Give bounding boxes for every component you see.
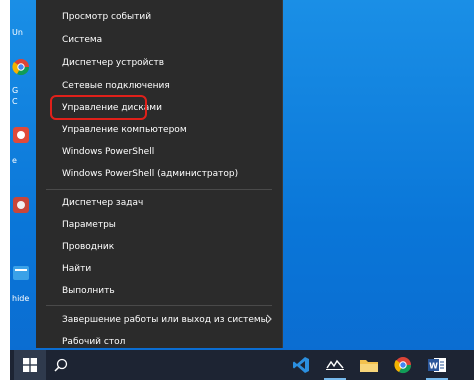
menu-item-task-manager[interactable]: Диспетчер задач [36,192,282,214]
menu-item-run[interactable]: Выполнить [36,280,282,302]
menu-item-settings[interactable]: Параметры [36,214,282,236]
desktop-icon-label: hide [12,294,30,303]
app-desktop-icon[interactable] [12,264,30,282]
menu-item-explorer[interactable]: Проводник [36,236,282,258]
chevron-right-icon [264,309,274,331]
windows-start-icon[interactable] [14,350,46,380]
menu-item-powershell-admin[interactable]: Windows PowerShell (администратор) [36,163,282,185]
running-indicator [426,378,448,380]
svg-text:W: W [429,362,438,371]
running-indicator [324,378,346,380]
desktop: Un G C e hide Просмотр событий Система Д… [10,0,474,380]
power-user-menu: Просмотр событий Система Диспетчер устро… [36,0,283,348]
menu-item-shutdown-signout[interactable]: Завершение работы или выход из системы [36,309,282,331]
chrome-desktop-icon[interactable] [12,58,30,76]
menu-item-computer-management[interactable]: Управление компьютером [36,119,282,141]
menu-item-system[interactable]: Система [36,29,282,51]
app-desktop-icon[interactable] [12,126,30,144]
menu-item-powershell[interactable]: Windows PowerShell [36,141,282,163]
desktop-icon-label: C [12,97,18,106]
desktop-icon-label: G [12,86,19,95]
word-icon[interactable]: W [422,350,452,380]
desktop-icon-label: e [12,156,17,165]
menu-item-network-connections[interactable]: Сетевые подключения [36,75,282,97]
desktop-icons-column: Un G C e hide [10,0,30,350]
desktop-icon-label: Un [12,28,23,37]
menu-item-device-manager[interactable]: Диспетчер устройств [36,52,282,74]
menu-item-search[interactable]: Найти [36,258,282,280]
vscode-icon[interactable] [286,350,316,380]
menu-separator [46,305,272,306]
folder-icon[interactable] [354,350,384,380]
menu-item-event-viewer[interactable]: Просмотр событий [36,6,282,28]
app-icon[interactable] [320,350,350,380]
chrome-icon[interactable] [388,350,418,380]
disk-management-highlight [50,95,147,120]
taskbar: W [10,350,474,380]
app-desktop-icon[interactable] [12,196,30,214]
search-icon[interactable] [46,350,76,380]
menu-separator [46,189,272,190]
